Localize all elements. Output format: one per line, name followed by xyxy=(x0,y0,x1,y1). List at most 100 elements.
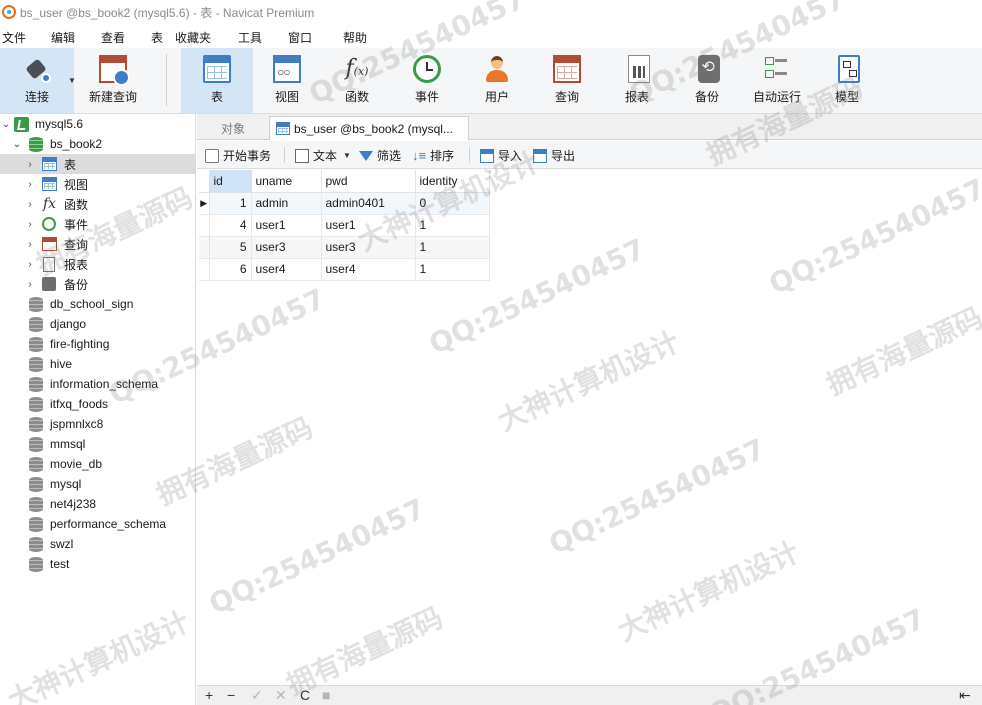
column-header[interactable]: identity xyxy=(415,170,490,193)
table-cell[interactable]: 1 xyxy=(415,236,490,259)
export-button[interactable]: 导出 xyxy=(533,147,575,164)
menu-favorites[interactable]: 收藏夹 xyxy=(175,29,211,46)
table-row[interactable]: ▶ 1 admin admin0401 0 xyxy=(199,192,490,215)
tree-database[interactable]: mysql xyxy=(0,474,196,494)
tree-database[interactable]: movie_db xyxy=(0,454,196,474)
column-header[interactable]: pwd xyxy=(321,170,416,193)
filter-button[interactable]: 筛选 xyxy=(359,147,401,164)
menu-help[interactable]: 帮助 xyxy=(343,29,367,46)
chevron-down-icon[interactable]: ⌄ xyxy=(1,119,11,130)
tree-database[interactable]: performance_schema xyxy=(0,514,196,534)
table-cell[interactable]: user4 xyxy=(251,258,322,281)
add-record-button[interactable]: + xyxy=(205,687,213,703)
autorun-button[interactable]: 自动运行 xyxy=(748,48,806,113)
table-cell[interactable]: 6 xyxy=(209,258,252,281)
table-cell[interactable]: admin0401 xyxy=(321,192,416,215)
begin-transaction-button[interactable]: 开始事务 xyxy=(205,147,271,164)
menu-edit[interactable]: 编辑 xyxy=(51,29,75,46)
menu-window[interactable]: 窗口 xyxy=(288,29,312,46)
function-button[interactable]: f(x) 函数 xyxy=(328,48,386,113)
tree-database[interactable]: information_schema xyxy=(0,374,196,394)
table-cell[interactable]: 1 xyxy=(415,214,490,237)
view-button[interactable]: 视图 xyxy=(258,48,316,113)
chevron-right-icon[interactable]: › xyxy=(25,219,35,230)
sort-button[interactable]: ↓≡ 排序 xyxy=(412,147,454,164)
table-cell[interactable]: user1 xyxy=(321,214,416,237)
tree-group-backups[interactable]: › 备份 xyxy=(0,274,196,294)
chevron-right-icon[interactable]: › xyxy=(25,199,35,210)
tree-database[interactable]: jspmnlxc8 xyxy=(0,414,196,434)
connection-label: mysql5.6 xyxy=(35,117,84,131)
menu-tools[interactable]: 工具 xyxy=(238,29,262,46)
tab-table-data[interactable]: bs_user @bs_book2 (mysql... xyxy=(269,116,469,140)
column-header[interactable]: uname xyxy=(251,170,322,193)
tree-database[interactable]: fire-fighting xyxy=(0,334,196,354)
clock-icon xyxy=(42,217,56,231)
chevron-right-icon[interactable]: › xyxy=(25,239,35,250)
tree-group-events[interactable]: › 事件 xyxy=(0,214,196,234)
chevron-right-icon[interactable]: › xyxy=(25,159,35,170)
tree-database[interactable]: db_school_sign xyxy=(0,294,196,314)
first-page-button[interactable]: ⇤ xyxy=(959,687,971,704)
menu-view[interactable]: 查看 xyxy=(101,29,125,46)
database-label: information_schema xyxy=(50,377,159,391)
table-row[interactable]: 6 user4 user4 1 xyxy=(199,258,490,281)
table-cell[interactable]: user3 xyxy=(321,236,416,259)
table-row[interactable]: 4 user1 user1 1 xyxy=(199,214,490,237)
tree-group-reports[interactable]: › 报表 xyxy=(0,254,196,274)
tree-database[interactable]: django xyxy=(0,314,196,334)
table-row[interactable]: 5 user3 user3 1 xyxy=(199,236,490,259)
tree-group-functions[interactable]: › fx 函数 xyxy=(0,194,196,214)
report-button[interactable]: 报表 xyxy=(608,48,666,113)
tab-objects[interactable]: 对象 xyxy=(197,116,269,140)
tree-group-queries[interactable]: › 查询 xyxy=(0,234,196,254)
user-button[interactable]: 用户 xyxy=(468,48,526,113)
chevron-right-icon[interactable]: › xyxy=(25,179,35,190)
database-label: net4j238 xyxy=(50,497,97,511)
tree-database[interactable]: mmsql xyxy=(0,434,196,454)
tree-connection-mysql[interactable]: ⌄ mysql5.6 xyxy=(0,114,196,134)
discard-changes-button[interactable]: ✕ xyxy=(275,687,287,704)
connect-button[interactable]: 连接 xyxy=(0,48,74,113)
table-cell[interactable]: user1 xyxy=(251,214,322,237)
tree-database[interactable]: test xyxy=(0,554,196,574)
database-icon xyxy=(29,357,43,372)
tree-database[interactable]: hive xyxy=(0,354,196,374)
menu-table[interactable]: 表 xyxy=(151,29,163,46)
menu-file[interactable]: 文件 xyxy=(2,29,26,46)
new-query-button[interactable]: 新建查询 xyxy=(84,48,142,113)
tree-group-tables[interactable]: › 表 xyxy=(0,154,196,174)
chevron-right-icon[interactable]: › xyxy=(25,259,35,270)
table-cell[interactable]: 0 xyxy=(415,192,490,215)
table-cell[interactable]: user4 xyxy=(321,258,416,281)
chevron-down-icon[interactable]: ⌄ xyxy=(12,139,22,150)
query-icon xyxy=(553,55,581,83)
tree-group-views[interactable]: › 视图 xyxy=(0,174,196,194)
tree-database[interactable]: itfxq_foods xyxy=(0,394,196,414)
column-header[interactable]: id xyxy=(209,170,252,193)
chevron-right-icon[interactable]: › xyxy=(25,279,35,290)
menu-bar: 文件 编辑 查看 表 收藏夹 工具 窗口 帮助 xyxy=(0,24,982,48)
table-cell[interactable]: 1 xyxy=(209,192,252,215)
tree-database-open[interactable]: ⌄ bs_book2 xyxy=(0,134,196,154)
tree-database[interactable]: net4j238 xyxy=(0,494,196,514)
table-cell[interactable]: user3 xyxy=(251,236,322,259)
query-button[interactable]: 查询 xyxy=(538,48,596,113)
database-label: hive xyxy=(50,357,73,371)
table-cell[interactable]: 4 xyxy=(209,214,252,237)
backup-button[interactable]: 备份 xyxy=(678,48,736,113)
table-button[interactable]: 表 xyxy=(181,48,253,113)
table-cell[interactable]: 1 xyxy=(415,258,490,281)
text-button[interactable]: 文本 ▼ xyxy=(295,147,351,164)
model-button[interactable]: 模型 xyxy=(818,48,876,113)
tree-database[interactable]: swzl xyxy=(0,534,196,554)
table-cell[interactable]: 5 xyxy=(209,236,252,259)
apply-changes-button[interactable]: ✓ xyxy=(251,687,263,704)
delete-record-button[interactable]: − xyxy=(227,687,235,703)
stop-button[interactable]: ■ xyxy=(322,687,330,703)
refresh-button[interactable]: C xyxy=(300,687,310,703)
event-button[interactable]: 事件 xyxy=(398,48,456,113)
table-cell[interactable]: admin xyxy=(251,192,322,215)
connect-dropdown-icon[interactable]: ▼ xyxy=(68,76,76,85)
import-button[interactable]: 导入 xyxy=(480,147,522,164)
